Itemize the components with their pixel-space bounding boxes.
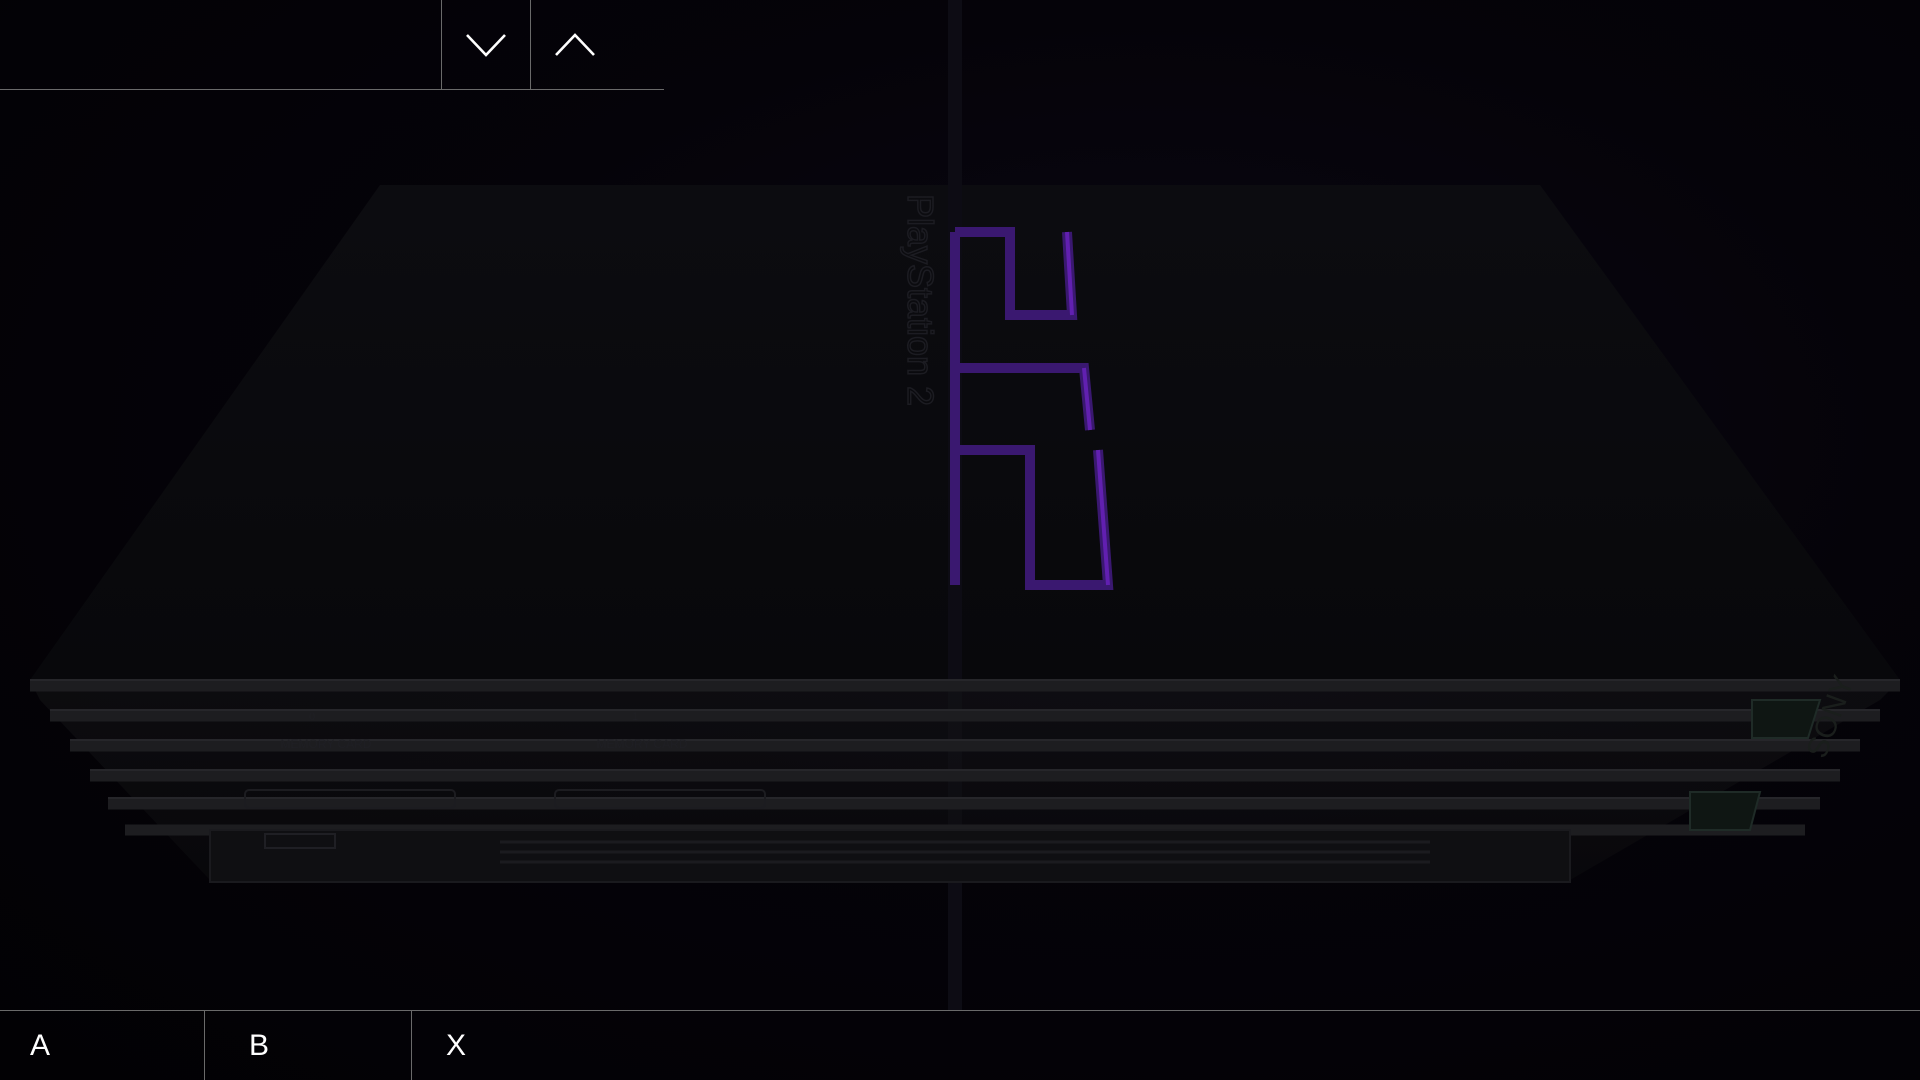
key-b-button[interactable]: B xyxy=(205,1011,412,1080)
slot-0-number: 0 xyxy=(309,711,315,723)
slot-0-label: MEMORY CARD xyxy=(281,737,372,751)
ps2-console-render: PlayStation 2 0 1 MEMORY CARD MEMORY CAR… xyxy=(30,0,1900,1010)
bottom-key-bar: A B X xyxy=(0,1010,1920,1080)
slot-1-number: 1 xyxy=(632,711,638,723)
chevron-up-icon xyxy=(555,32,595,56)
console-top-face xyxy=(30,185,1900,680)
slot-1-label: MEMORY CARD xyxy=(597,737,688,751)
key-x-label: X xyxy=(446,1029,467,1062)
key-x-button[interactable]: X xyxy=(412,1011,612,1080)
toolbar-title-area xyxy=(0,0,441,89)
chevron-down-icon xyxy=(466,33,506,57)
viewer-stage: PlayStation 2 0 1 MEMORY CARD MEMORY CAR… xyxy=(0,0,1920,1080)
key-a-button[interactable]: A xyxy=(0,1011,205,1080)
key-b-label: B xyxy=(249,1029,270,1062)
key-a-label: A xyxy=(30,1029,51,1062)
scroll-up-button[interactable] xyxy=(530,0,619,89)
top-toolbar xyxy=(0,0,664,90)
disc-tray xyxy=(209,829,1571,883)
ps2-logo-text: PlayStation 2 xyxy=(900,194,941,406)
scroll-down-button[interactable] xyxy=(441,0,530,89)
